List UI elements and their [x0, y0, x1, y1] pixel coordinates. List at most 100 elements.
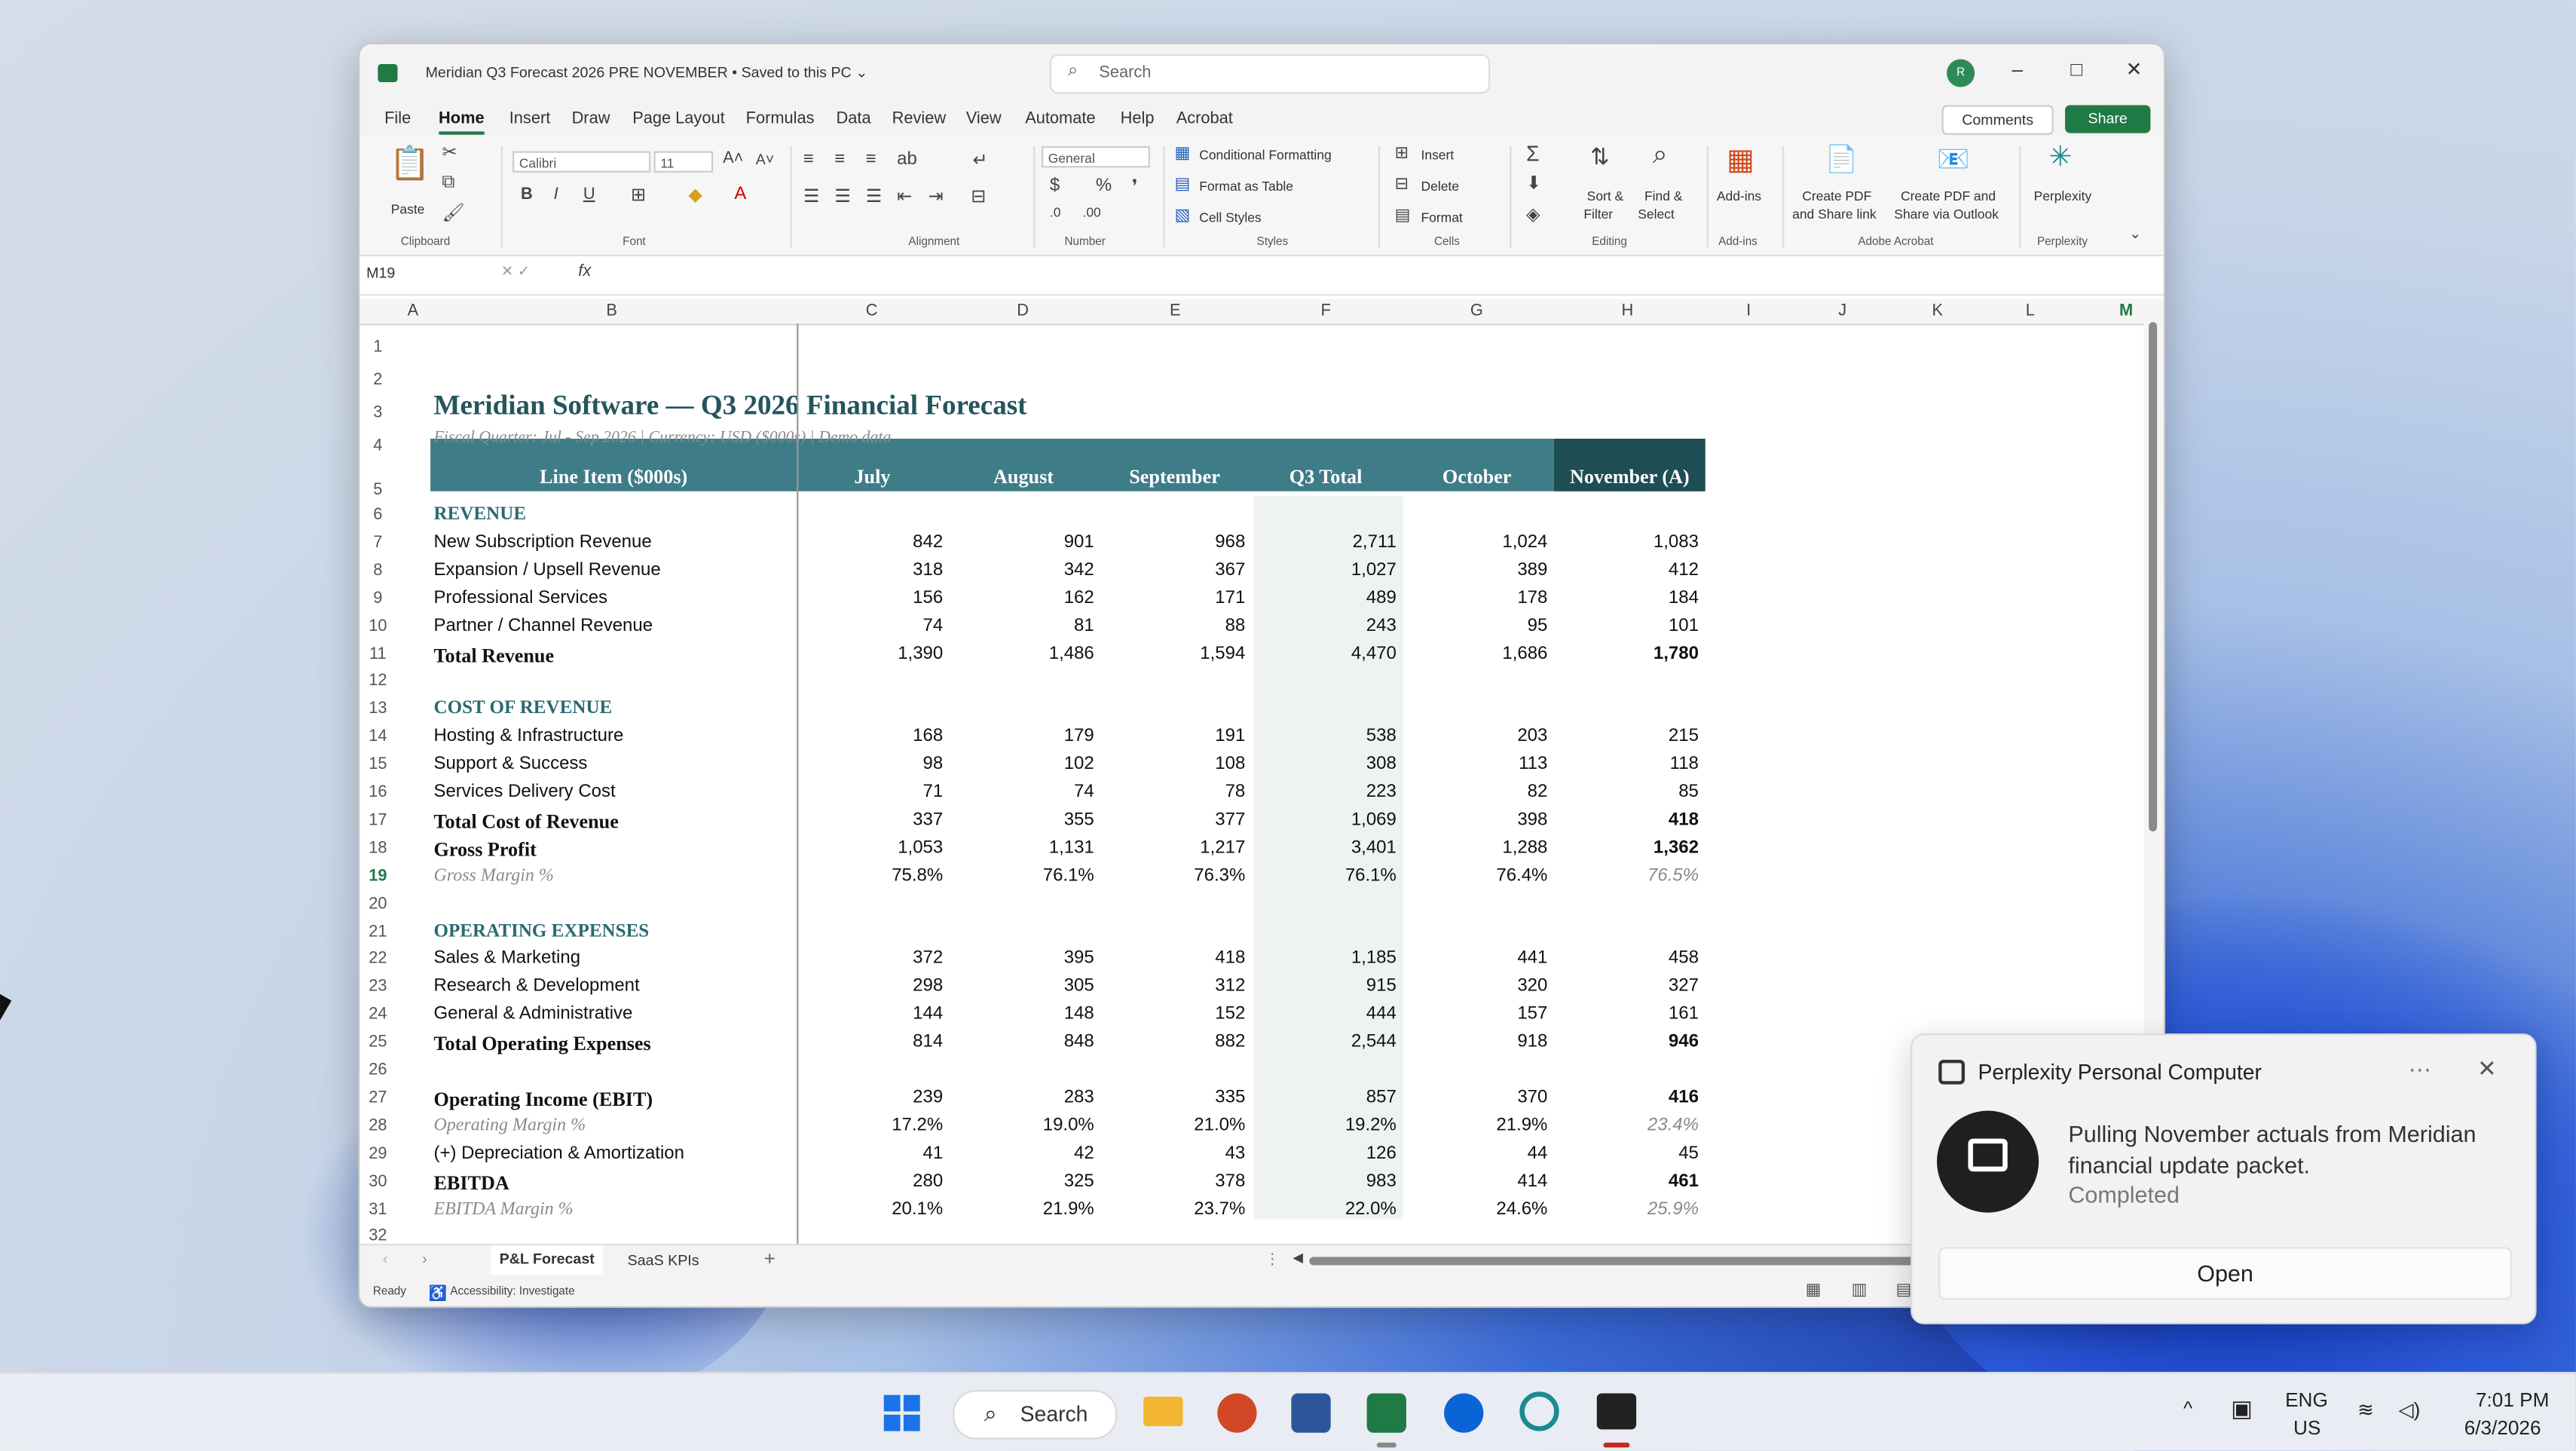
- value-cell[interactable]: 370: [1400, 1088, 1547, 1107]
- value-cell[interactable]: 215: [1551, 727, 1699, 746]
- comments-button[interactable]: Comments: [1941, 105, 2054, 135]
- value-cell[interactable]: 126: [1249, 1143, 1397, 1162]
- value-cell[interactable]: 19.2%: [1249, 1116, 1397, 1135]
- find-select-label[interactable]: Find &: [1644, 189, 1682, 204]
- row-header[interactable]: 22: [359, 950, 396, 969]
- value-cell[interactable]: 76.3%: [1097, 865, 1245, 885]
- fill-icon[interactable]: ⬇: [1526, 173, 1541, 194]
- value-cell[interactable]: 76.4%: [1400, 865, 1547, 885]
- row-label[interactable]: Support & Success: [433, 755, 587, 774]
- value-cell[interactable]: 75.8%: [795, 865, 943, 885]
- header-july[interactable]: July: [798, 465, 946, 490]
- row-header[interactable]: 15: [359, 756, 396, 774]
- tab-help[interactable]: Help: [1121, 110, 1155, 128]
- scroll-left-icon[interactable]: ◀: [1293, 1250, 1303, 1266]
- language-indicator[interactable]: ENG: [2285, 1388, 2328, 1412]
- value-cell[interactable]: 342: [947, 560, 1094, 580]
- value-cell[interactable]: 325: [947, 1171, 1094, 1190]
- value-cell[interactable]: 239: [795, 1088, 943, 1107]
- fx-icon[interactable]: fx: [578, 263, 591, 281]
- font-size-select[interactable]: 11: [653, 151, 714, 173]
- value-cell[interactable]: 305: [947, 976, 1094, 996]
- row-header[interactable]: 8: [359, 562, 396, 580]
- value-cell[interactable]: 21.9%: [947, 1198, 1094, 1218]
- value-cell[interactable]: 983: [1249, 1171, 1397, 1190]
- orientation-icon[interactable]: ab: [897, 149, 917, 169]
- value-cell[interactable]: 398: [1400, 810, 1547, 829]
- tab-view[interactable]: View: [966, 110, 1002, 128]
- row-header[interactable]: 13: [359, 700, 396, 718]
- value-cell[interactable]: 179: [947, 727, 1094, 746]
- value-cell[interactable]: 280: [795, 1171, 943, 1190]
- value-cell[interactable]: 74: [795, 616, 944, 635]
- sort-filter-label-2[interactable]: Filter: [1583, 207, 1613, 222]
- scrollbar-thumb[interactable]: [2149, 322, 2158, 831]
- value-cell[interactable]: 88: [1097, 616, 1246, 635]
- notification-toast[interactable]: Perplexity Personal Computer ··· ✕ Pulli…: [1911, 1033, 2537, 1324]
- create-pdf-outlook-label[interactable]: Create PDF and: [1901, 189, 1996, 204]
- spreadsheet-grid[interactable]: Meridian Software — Q3 2026 Financial Fo…: [359, 323, 2143, 1244]
- increase-indent-icon[interactable]: ⇥: [929, 185, 944, 207]
- row-header[interactable]: 14: [359, 728, 396, 746]
- value-cell[interactable]: 101: [1551, 616, 1699, 635]
- align-right-icon[interactable]: ☰: [866, 185, 883, 207]
- align-left-icon[interactable]: ☰: [803, 185, 820, 207]
- value-cell[interactable]: 156: [795, 588, 943, 608]
- value-cell[interactable]: 1,362: [1551, 837, 1699, 857]
- value-cell[interactable]: 71: [795, 782, 944, 802]
- value-cell[interactable]: 1,780: [1551, 643, 1699, 663]
- value-cell[interactable]: 178: [1400, 588, 1547, 608]
- toast-open-button[interactable]: Open: [1938, 1247, 2512, 1300]
- value-cell[interactable]: 335: [1097, 1088, 1245, 1107]
- value-cell[interactable]: 918: [1400, 1032, 1547, 1052]
- comma-icon[interactable]: ❜: [1132, 176, 1138, 197]
- row-header[interactable]: 1: [359, 338, 396, 357]
- volume-icon[interactable]: ◁): [2399, 1398, 2421, 1422]
- underline-icon[interactable]: U: [583, 185, 595, 204]
- value-cell[interactable]: 395: [947, 949, 1094, 969]
- formula-cancel-icon[interactable]: ✕ ✓: [501, 263, 530, 281]
- value-cell[interactable]: 168: [795, 727, 943, 746]
- row-label[interactable]: Sales & Marketing: [433, 949, 580, 969]
- tab-draw[interactable]: Draw: [572, 110, 610, 128]
- value-cell[interactable]: 1,024: [1400, 532, 1547, 552]
- value-cell[interactable]: 389: [1400, 560, 1547, 580]
- row-header[interactable]: 16: [359, 784, 396, 802]
- tab-page-layout[interactable]: Page Layout: [632, 110, 724, 128]
- avatar[interactable]: R: [1947, 59, 1975, 87]
- value-cell[interactable]: 23.7%: [1097, 1198, 1245, 1218]
- value-cell[interactable]: 95: [1400, 616, 1548, 635]
- value-cell[interactable]: 814: [795, 1032, 943, 1052]
- next-sheet-icon[interactable]: ›: [422, 1250, 427, 1267]
- italic-icon[interactable]: I: [554, 185, 558, 204]
- value-cell[interactable]: 4,470: [1249, 643, 1397, 663]
- value-cell[interactable]: 1,288: [1400, 837, 1547, 857]
- column-header[interactable]: B: [606, 302, 617, 320]
- value-cell[interactable]: 191: [1097, 727, 1245, 746]
- row-label[interactable]: Gross Margin %: [433, 865, 553, 885]
- word-icon[interactable]: [1291, 1393, 1331, 1433]
- value-cell[interactable]: 458: [1551, 949, 1699, 969]
- row-label[interactable]: Operating Margin %: [433, 1116, 586, 1135]
- value-cell[interactable]: 1,686: [1400, 643, 1547, 663]
- borders-icon[interactable]: ⊞: [631, 184, 646, 205]
- row-header[interactable]: 4: [359, 437, 396, 455]
- tab-formulas[interactable]: Formulas: [746, 110, 815, 128]
- value-cell[interactable]: 76.5%: [1551, 865, 1699, 885]
- currency-icon[interactable]: $: [1050, 176, 1060, 195]
- normal-view-icon[interactable]: ▦: [1806, 1281, 1822, 1299]
- align-middle-icon[interactable]: ≡: [834, 149, 845, 169]
- prev-sheet-icon[interactable]: ‹: [383, 1250, 388, 1267]
- tab-insert[interactable]: Insert: [509, 110, 551, 128]
- format-painter-icon[interactable]: 🖌: [442, 202, 464, 223]
- toast-close-button[interactable]: ✕: [2477, 1055, 2497, 1082]
- row-label[interactable]: New Subscription Revenue: [433, 532, 651, 552]
- row-header[interactable]: 7: [359, 534, 396, 552]
- value-cell[interactable]: 538: [1249, 727, 1397, 746]
- perplexity-browser-icon[interactable]: [1519, 1391, 1559, 1431]
- value-cell[interactable]: 102: [947, 755, 1094, 774]
- increase-decimal-icon[interactable]: .0: [1050, 205, 1061, 220]
- value-cell[interactable]: 842: [795, 532, 943, 552]
- format-cells-button[interactable]: Format: [1421, 210, 1463, 225]
- row-header[interactable]: 23: [359, 978, 396, 996]
